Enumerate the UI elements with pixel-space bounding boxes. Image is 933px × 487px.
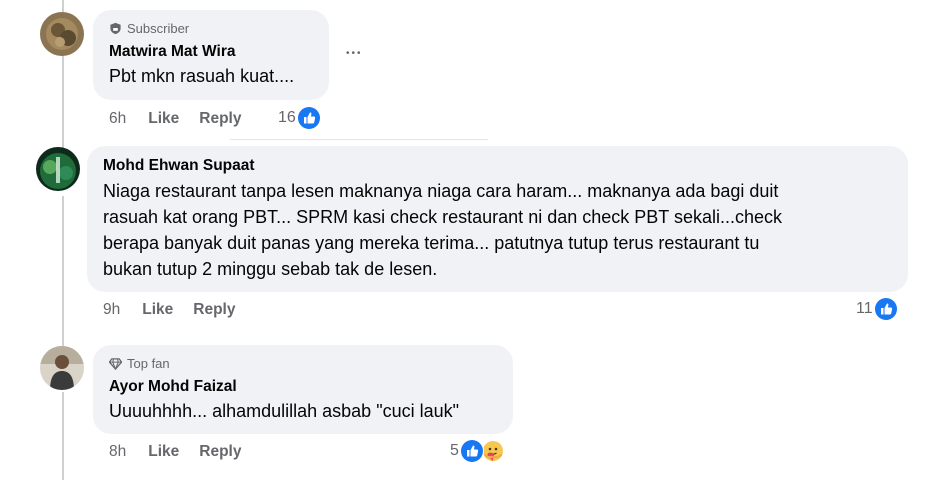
comment-text: Niaga restaurant tanpa lesen maknanya ni…: [103, 178, 892, 282]
comment-text: Pbt mkn rasuah kuat....: [109, 66, 295, 86]
author-name[interactable]: Ayor Mohd Faizal: [109, 377, 497, 397]
care-icon: [480, 439, 505, 463]
comment-text-line: berapa banyak duit panas yang mereka ter…: [103, 233, 760, 253]
top-fan-badge: Top fan: [109, 354, 497, 372]
reaction-count: 5: [450, 442, 459, 459]
reaction-summary[interactable]: 11: [856, 297, 898, 321]
author-name[interactable]: Matwira Mat Wira: [109, 42, 313, 62]
badge-label: Top fan: [127, 355, 170, 371]
reaction-count: 11: [856, 300, 873, 317]
comment-actions: 9h Like Reply: [103, 299, 235, 321]
comment-text-line: bukan tutup 2 minggu sebab tak de lesen.: [103, 259, 438, 279]
like-button[interactable]: Like: [148, 443, 179, 461]
more-options-button[interactable]: •••: [346, 49, 363, 59]
avatar-image: [40, 12, 84, 56]
avatar-image: [36, 147, 80, 191]
reaction-summary[interactable]: 16: [278, 106, 321, 130]
timestamp[interactable]: 9h: [103, 301, 120, 319]
like-button[interactable]: Like: [142, 301, 173, 319]
comment-bubble: Subscriber Matwira Mat Wira Pbt mkn rasu…: [93, 10, 329, 100]
reaction-summary[interactable]: 5: [450, 439, 505, 463]
avatar[interactable]: [40, 12, 84, 56]
thread-line: [62, 392, 64, 480]
comment-bubble: Top fan Ayor Mohd Faizal Uuuuhhhh... alh…: [93, 345, 513, 434]
avatar[interactable]: [36, 147, 80, 191]
like-icon: [459, 439, 484, 463]
reaction-count: 16: [278, 109, 296, 126]
avatar[interactable]: [40, 346, 84, 390]
subscriber-badge: Subscriber: [109, 19, 313, 37]
timestamp[interactable]: 6h: [109, 110, 126, 128]
like-icon: [296, 106, 321, 130]
comment-actions: 6h Like Reply: [109, 108, 241, 130]
thread-divider: [230, 139, 488, 140]
like-button[interactable]: Like: [148, 110, 179, 128]
shield-icon: [110, 22, 121, 34]
comment-text: Uuuuhhhh... alhamdulillah asbab "cuci la…: [109, 401, 459, 421]
avatar-image: [40, 346, 84, 390]
comment-text-line: Niaga restaurant tanpa lesen maknanya ni…: [103, 181, 779, 201]
comment-text-line: rasuah kat orang PBT... SPRM kasi check …: [103, 207, 782, 227]
diamond-icon: [109, 357, 122, 370]
timestamp[interactable]: 8h: [109, 443, 126, 461]
comment-actions: 8h Like Reply: [109, 441, 241, 463]
thread-line: [62, 196, 64, 351]
badge-label: Subscriber: [127, 20, 190, 36]
author-name[interactable]: Mohd Ehwan Supaat: [103, 156, 892, 176]
comment-bubble: Mohd Ehwan Supaat Niaga restaurant tanpa…: [87, 146, 908, 292]
like-icon: [873, 297, 898, 321]
reply-button[interactable]: Reply: [199, 110, 241, 128]
reply-button[interactable]: Reply: [193, 301, 235, 319]
reply-button[interactable]: Reply: [199, 443, 241, 461]
comment-thread: Subscriber Matwira Mat Wira Pbt mkn rasu…: [0, 0, 933, 487]
